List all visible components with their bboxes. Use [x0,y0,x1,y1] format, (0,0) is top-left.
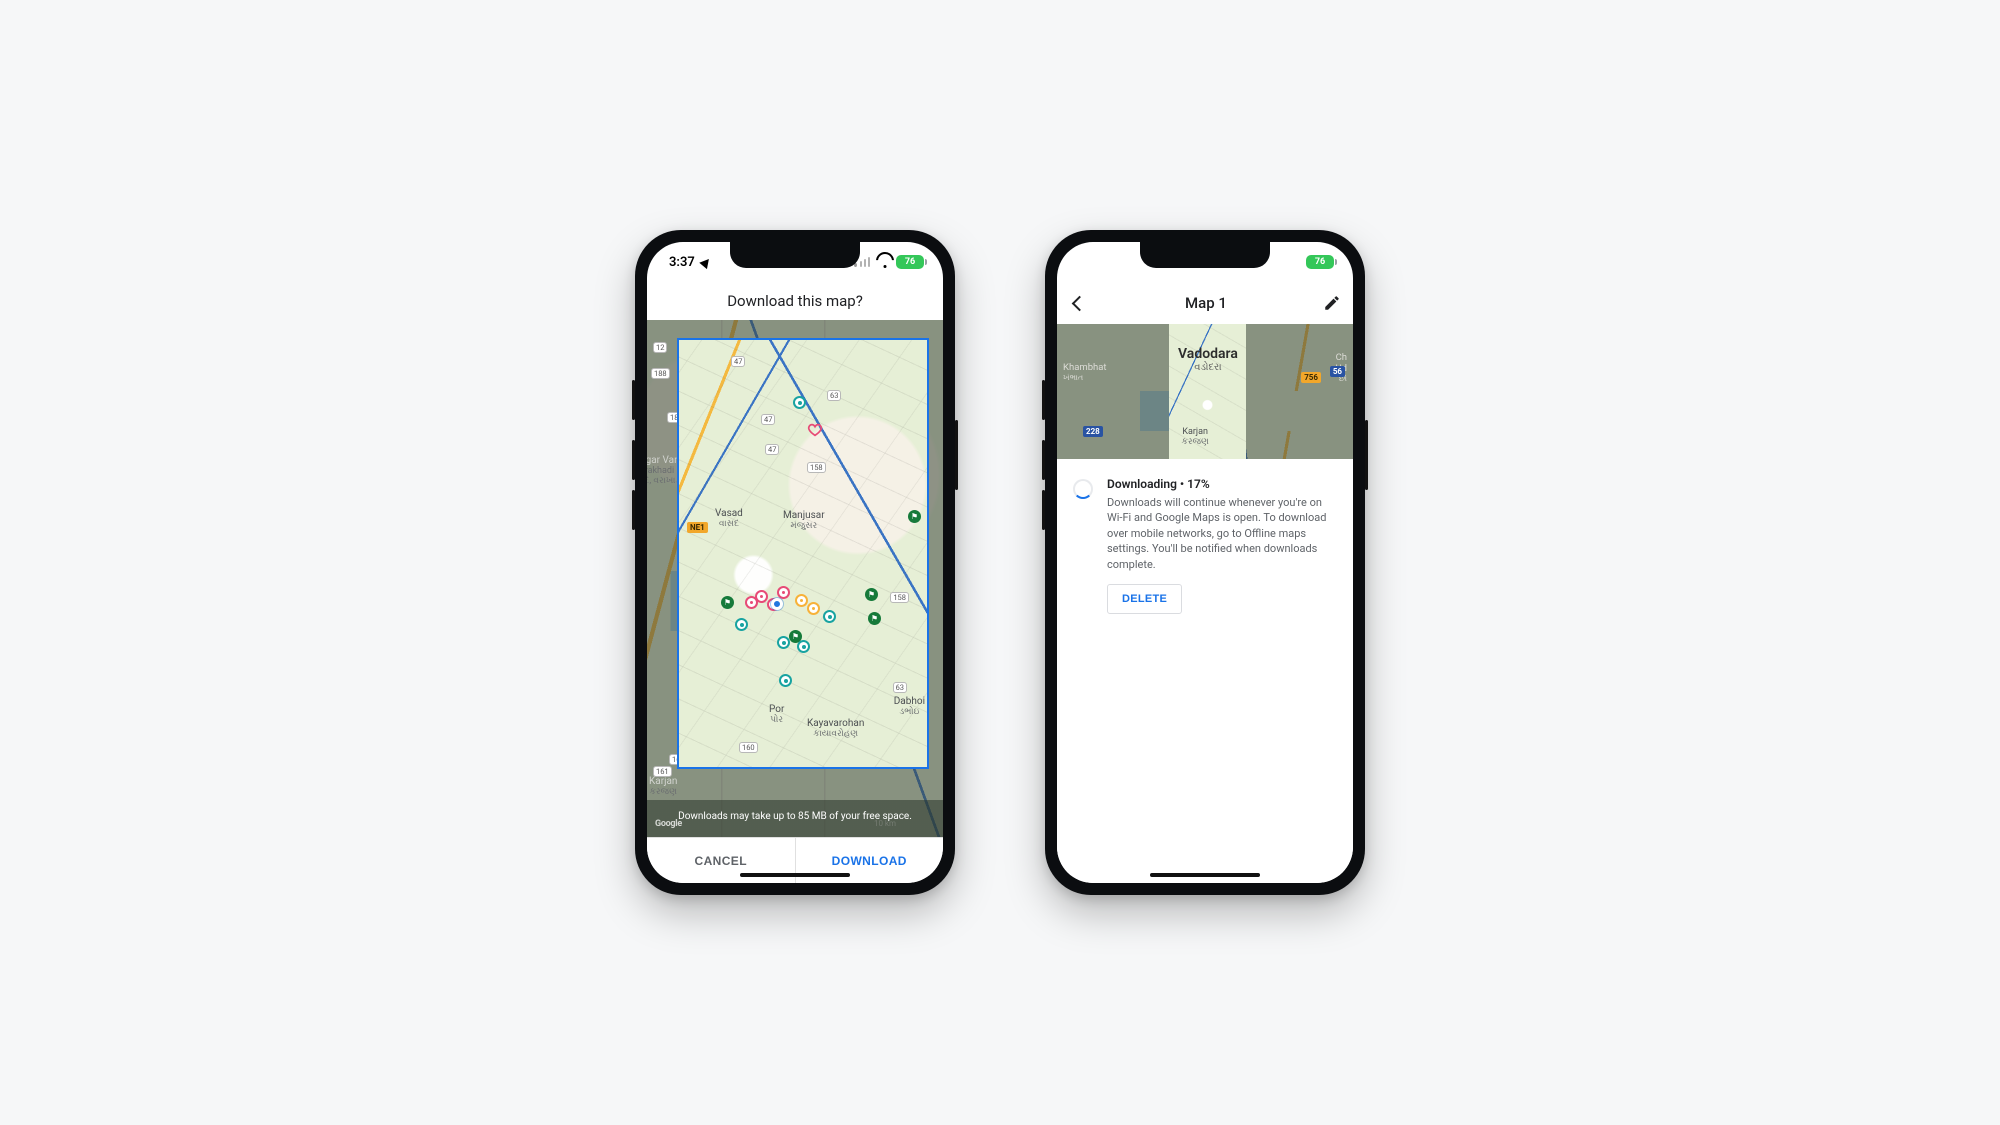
saved-pin-icon[interactable] [755,590,768,603]
screen-map-detail: 76 Map 1 Khambhat ખંભાત [1057,242,1353,883]
route-badge: 12 [653,342,667,353]
detail-header: Map 1 [1057,282,1353,324]
home-indicator [740,873,850,877]
route-badge: 47 [761,414,775,425]
notch [730,242,860,268]
route-badge: 63 [893,682,907,693]
download-status-text: Downloading • 17% Downloads will continu… [1107,477,1337,614]
notch [1140,242,1270,268]
flag-pin-icon[interactable] [865,588,878,601]
flag-pin-icon[interactable] [721,596,734,609]
detail-body: Downloading • 17% Downloads will continu… [1057,459,1353,883]
flag-pin-icon[interactable] [908,510,921,523]
download-status-row: Downloading • 17% Downloads will continu… [1073,477,1337,614]
page-title: Map 1 [1089,294,1323,312]
route-badge: 161 [653,766,672,777]
location-services-icon [699,255,712,268]
route-badge: 63 [827,390,841,401]
saved-pin-icon[interactable] [735,618,748,631]
battery-pct: 76 [1306,255,1334,269]
home-indicator [1150,873,1260,877]
download-status-title: Downloading • 17% [1107,477,1337,491]
saved-pin-icon[interactable] [797,640,810,653]
highway-shield-ne1: NE1 [687,522,708,533]
map-label-kayavarohan: Kayavarohan કાયાવરોહણ [807,718,864,739]
highway-shield: 228 [1083,426,1103,437]
saved-pin-icon[interactable] [807,602,820,615]
download-area-selector[interactable]: NE1 Vasad વાસદ Manjusar મંજુસર Por પોર [677,338,929,769]
battery-indicator: 76 [1306,255,1337,269]
device-showcase: 3:37 76 Download this map? [0,0,2000,1125]
selected-region: Vadodara વડોદરા Karjan કરજણ [1169,324,1246,459]
highway-shield: 756 [1301,372,1321,383]
current-location-icon [771,598,783,610]
map-label-vasad: Vasad વાસદ [715,508,743,529]
google-watermark: Google [655,819,682,829]
saved-pin-icon[interactable] [793,396,806,409]
delete-button[interactable]: DELETE [1107,584,1182,614]
map-label-khambhat: Khambhat ખંભાત [1063,362,1107,383]
battery-indicator: 76 [896,255,927,269]
saved-pin-icon[interactable] [779,674,792,687]
map-label-manjusar: Manjusar મંજુસર [783,510,825,531]
saved-pin-icon[interactable] [823,610,836,623]
route-badge: 188 [651,368,670,379]
map-label-karjan: Karjan કરજણ [649,776,677,797]
saved-pin-icon[interactable] [795,594,808,607]
saved-pin-icon[interactable] [777,636,790,649]
map-label-dabhoi: Dabhoi ડભોઇ [894,696,925,717]
phone-right: 76 Map 1 Khambhat ખંભાત [1045,230,1365,895]
route-badge: 160 [739,742,758,753]
flag-pin-icon[interactable] [868,612,881,625]
map-preview-banner[interactable]: Khambhat ખંભાત Ch Ud છો 228 756 56 Vadod… [1057,324,1353,459]
download-size-hint: Downloads may take up to 85 MB of your f… [647,800,943,838]
highway-shield: 56 [1330,366,1345,377]
screen-download-map: 3:37 76 Download this map? [647,242,943,883]
status-left: 3:37 [669,255,711,270]
route-badge: 47 [731,356,745,367]
phone-left: 3:37 76 Download this map? [635,230,955,895]
route-badge: 158 [890,592,909,603]
back-button[interactable] [1069,293,1089,313]
status-right: 76 [1306,255,1337,269]
route-badge: 158 [807,462,826,473]
edit-button[interactable] [1323,294,1341,312]
map-viewport[interactable]: sagar Van ehrakhadi ાદ, વરાખાડી Karjan ક… [647,320,943,837]
map-label-por: Por પોર [769,704,784,725]
map-label-karjan: Karjan કરજણ [1181,427,1208,447]
map-label-vadodara: Vadodara વડોદરા [1169,346,1246,373]
download-status-description: Downloads will continue whenever you're … [1107,495,1337,572]
page-title: Download this map? [647,282,943,320]
spinner-icon [1073,479,1093,499]
route-badge: 47 [765,444,779,455]
saved-pin-icon[interactable] [777,586,790,599]
status-right: 76 [854,255,927,269]
favorite-pin-icon[interactable] [807,422,823,438]
status-time: 3:37 [669,255,695,270]
wifi-icon [878,257,892,268]
battery-pct: 76 [896,255,924,269]
